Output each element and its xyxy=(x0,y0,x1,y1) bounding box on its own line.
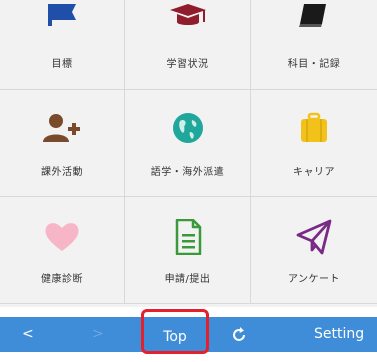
menu-item-label: アンケート xyxy=(287,274,341,285)
menu-item-extracurricular[interactable]: 課外活動 xyxy=(0,90,125,197)
globe-icon xyxy=(172,113,203,143)
menu-item-label: 課外活動 xyxy=(41,167,83,178)
reload-icon xyxy=(233,327,245,341)
menu-item-career[interactable]: キャリア xyxy=(251,90,377,197)
graduation-cap-icon xyxy=(169,4,206,25)
menu-item-study-status[interactable]: 学習状況 xyxy=(125,0,251,90)
menu-item-health-checkup[interactable]: 健康診断 xyxy=(0,197,125,304)
menu-item-label: キャリア xyxy=(293,167,335,178)
menu-item-application-submission[interactable]: 申請/提出 xyxy=(125,197,251,304)
menu-item-label: 科目・記録 xyxy=(287,59,341,70)
menu-item-label: 申請/提出 xyxy=(164,274,211,285)
bottom-toolbar: < > Top Setting xyxy=(0,309,377,354)
flag-icon xyxy=(48,4,76,26)
menu-item-goals[interactable]: 目標 xyxy=(0,0,125,90)
notebook-icon xyxy=(299,4,326,27)
back-button[interactable]: < xyxy=(22,317,34,352)
setting-button[interactable]: Setting xyxy=(314,317,364,352)
menu-item-label: 健康診断 xyxy=(41,274,83,285)
menu-item-survey[interactable]: アンケート xyxy=(251,197,377,304)
briefcase-icon xyxy=(301,112,327,142)
forward-button[interactable]: > xyxy=(92,317,104,352)
document-icon xyxy=(175,219,201,255)
person-add-icon xyxy=(43,114,80,142)
menu-item-label: 学習状況 xyxy=(166,59,209,70)
menu-item-label: 語学・海外派遣 xyxy=(150,167,225,178)
menu-item-label: 目標 xyxy=(51,59,73,70)
menu-grid-area: 目標 学習状況 科目・記録 課外活動 語学・海外派遣 キャリア 健康診断 申請/… xyxy=(0,0,377,307)
menu-item-courses-records[interactable]: 科目・記録 xyxy=(251,0,377,90)
top-button[interactable]: Top xyxy=(141,309,209,354)
menu-grid: 目標 学習状況 科目・記録 課外活動 語学・海外派遣 キャリア 健康診断 申請/… xyxy=(0,0,377,304)
paper-plane-icon xyxy=(296,219,332,255)
menu-item-language-overseas[interactable]: 語学・海外派遣 xyxy=(125,90,251,197)
heart-icon xyxy=(45,223,79,251)
